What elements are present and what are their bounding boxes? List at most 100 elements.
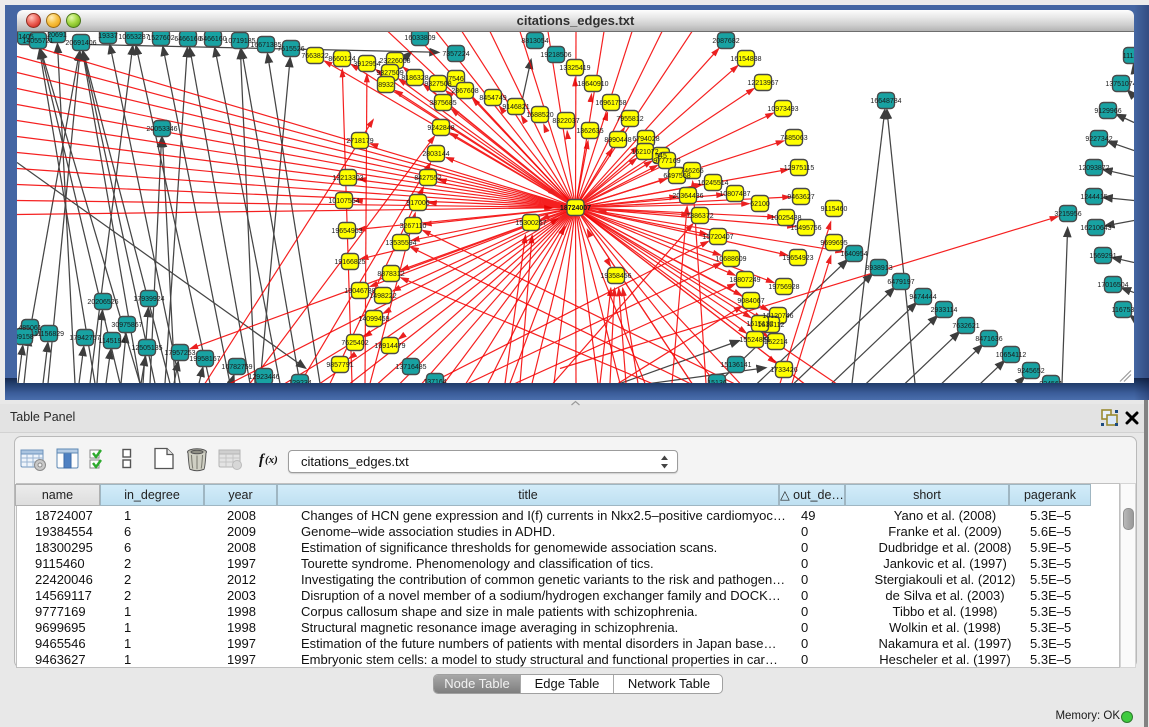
svg-text:18640910: 18640910 bbox=[577, 81, 608, 88]
svg-text:19756928: 19756928 bbox=[768, 284, 799, 291]
svg-text:14099459: 14099459 bbox=[358, 316, 389, 323]
svg-text:20053346: 20053346 bbox=[146, 126, 177, 133]
svg-text:17942757: 17942757 bbox=[69, 335, 100, 342]
svg-text:16648784: 16648784 bbox=[870, 98, 901, 105]
svg-text:1527602: 1527602 bbox=[147, 35, 174, 42]
svg-text:10025438: 10025438 bbox=[770, 215, 801, 222]
svg-text:9777169: 9777169 bbox=[653, 158, 680, 165]
svg-text:2718179: 2718179 bbox=[346, 138, 373, 145]
svg-text:9129966: 9129966 bbox=[1094, 108, 1121, 115]
svg-text:16914479: 16914479 bbox=[374, 343, 405, 350]
svg-text:1569291: 1569291 bbox=[1089, 253, 1116, 260]
svg-text:9245652: 9245652 bbox=[1017, 368, 1044, 375]
svg-text:14055721: 14055721 bbox=[22, 38, 53, 45]
svg-text:12213967: 12213967 bbox=[747, 80, 778, 87]
svg-text:15495756: 15495756 bbox=[790, 225, 821, 232]
svg-text:9463627: 9463627 bbox=[787, 194, 814, 201]
svg-text:18724007: 18724007 bbox=[560, 205, 591, 212]
svg-text:13325419: 13325419 bbox=[559, 65, 590, 72]
svg-text:9327509: 9327509 bbox=[376, 70, 403, 77]
svg-text:9227342: 9227342 bbox=[1085, 136, 1112, 143]
svg-text:16120746: 16120746 bbox=[762, 313, 793, 320]
svg-text:8322037: 8322037 bbox=[552, 118, 579, 125]
svg-text:10973493: 10973493 bbox=[767, 106, 798, 113]
svg-text:20691406: 20691406 bbox=[65, 40, 96, 47]
svg-text:10654112: 10654112 bbox=[996, 352, 1027, 359]
svg-text:7515526: 7515526 bbox=[277, 46, 304, 53]
svg-text:17016504: 17016504 bbox=[1097, 282, 1128, 289]
svg-text:19337: 19337 bbox=[98, 33, 118, 40]
svg-text:20691: 20691 bbox=[47, 32, 67, 39]
svg-text:39158: 39158 bbox=[17, 334, 34, 341]
svg-text:129234: 129234 bbox=[288, 380, 311, 383]
svg-text:7955812: 7955812 bbox=[616, 116, 643, 123]
svg-text:12213303: 12213303 bbox=[332, 175, 363, 182]
svg-text:3875685: 3875685 bbox=[429, 100, 456, 107]
svg-text:15136: 15136 bbox=[707, 380, 727, 383]
svg-text:19654963: 19654963 bbox=[331, 228, 362, 235]
svg-text:19958167: 19958167 bbox=[189, 356, 220, 363]
svg-text:116753: 116753 bbox=[1112, 307, 1134, 314]
svg-text:(x): (x) bbox=[265, 454, 278, 466]
svg-text:15524851: 15524851 bbox=[739, 337, 770, 344]
svg-text:15720407: 15720407 bbox=[702, 234, 733, 241]
svg-text:8878312: 8878312 bbox=[377, 271, 404, 278]
svg-text:17939924: 17939924 bbox=[133, 296, 164, 303]
svg-text:30975867: 30975867 bbox=[111, 322, 142, 329]
svg-text:16033809: 16033809 bbox=[404, 35, 435, 42]
svg-text:2803144: 2803144 bbox=[422, 151, 449, 158]
svg-text:11156829: 11156829 bbox=[34, 331, 64, 338]
svg-text:7546: 7546 bbox=[448, 76, 464, 83]
svg-text:1145194: 1145194 bbox=[99, 338, 126, 345]
svg-text:7386372: 7386372 bbox=[686, 213, 713, 220]
svg-text:9857791: 9857791 bbox=[326, 362, 353, 369]
svg-text:7485063: 7485063 bbox=[780, 135, 807, 142]
svg-text:8938913: 8938913 bbox=[865, 265, 892, 272]
svg-text:2867608: 2867608 bbox=[451, 88, 478, 95]
svg-text:3267110: 3267110 bbox=[400, 223, 427, 230]
svg-text:16210643: 16210643 bbox=[1080, 225, 1111, 232]
svg-text:10107554: 10107554 bbox=[328, 198, 359, 205]
svg-text:15136141: 15136141 bbox=[720, 362, 751, 369]
svg-text:8932: 8932 bbox=[378, 82, 394, 89]
svg-text:12505135: 12505135 bbox=[131, 345, 162, 352]
svg-text:12975115: 12975115 bbox=[784, 165, 815, 172]
svg-text:9115460: 9115460 bbox=[821, 206, 848, 213]
svg-text:16154838: 16154838 bbox=[730, 56, 761, 63]
svg-text:12923446: 12923446 bbox=[248, 374, 279, 381]
svg-text:6794028: 6794028 bbox=[632, 136, 659, 143]
svg-text:917006: 917006 bbox=[406, 200, 429, 207]
svg-text:11123: 11123 bbox=[1123, 53, 1134, 60]
svg-text:2933114: 2933114 bbox=[931, 307, 958, 314]
svg-text:9084067: 9084067 bbox=[737, 298, 764, 305]
svg-text:10807487: 10807487 bbox=[719, 191, 750, 198]
svg-text:9474444: 9474444 bbox=[909, 294, 936, 301]
svg-text:1640954: 1640954 bbox=[840, 251, 867, 258]
svg-text:1362635: 1362635 bbox=[576, 128, 603, 135]
svg-text:1244415: 1244415 bbox=[1080, 194, 1107, 201]
svg-text:19166825: 19166825 bbox=[334, 259, 365, 266]
svg-text:8990448: 8990448 bbox=[604, 137, 631, 144]
svg-text:19654923: 19654923 bbox=[782, 255, 813, 262]
svg-text:13751074: 13751074 bbox=[1105, 81, 1134, 88]
svg-text:6479197: 6479197 bbox=[887, 279, 914, 286]
svg-text:16782759: 16782759 bbox=[221, 364, 252, 371]
svg-text:10046788: 10046788 bbox=[344, 288, 375, 295]
svg-text:8660124: 8660124 bbox=[328, 56, 355, 63]
svg-text:8454749: 8454749 bbox=[479, 95, 506, 102]
svg-text:7357224: 7357224 bbox=[442, 51, 469, 58]
svg-text:20364436: 20364436 bbox=[672, 193, 703, 200]
svg-text:2087682: 2087682 bbox=[712, 38, 739, 45]
svg-text:13716485: 13716485 bbox=[395, 364, 426, 371]
svg-text:13535594: 13535594 bbox=[385, 240, 416, 247]
svg-text:3215956: 3215956 bbox=[1054, 211, 1081, 218]
svg-text:746266: 746266 bbox=[680, 168, 703, 175]
svg-text:9146821: 9146821 bbox=[502, 104, 529, 111]
svg-text:7663822: 7663822 bbox=[301, 53, 328, 60]
svg-text:16245514: 16245514 bbox=[697, 180, 728, 187]
svg-text:16961758: 16961758 bbox=[595, 100, 626, 107]
svg-text:9242848: 9242848 bbox=[427, 125, 454, 132]
svg-text:8813054: 8813054 bbox=[521, 38, 548, 45]
svg-text:23226058: 23226058 bbox=[379, 58, 410, 65]
svg-text:8471636: 8471636 bbox=[975, 336, 1002, 343]
